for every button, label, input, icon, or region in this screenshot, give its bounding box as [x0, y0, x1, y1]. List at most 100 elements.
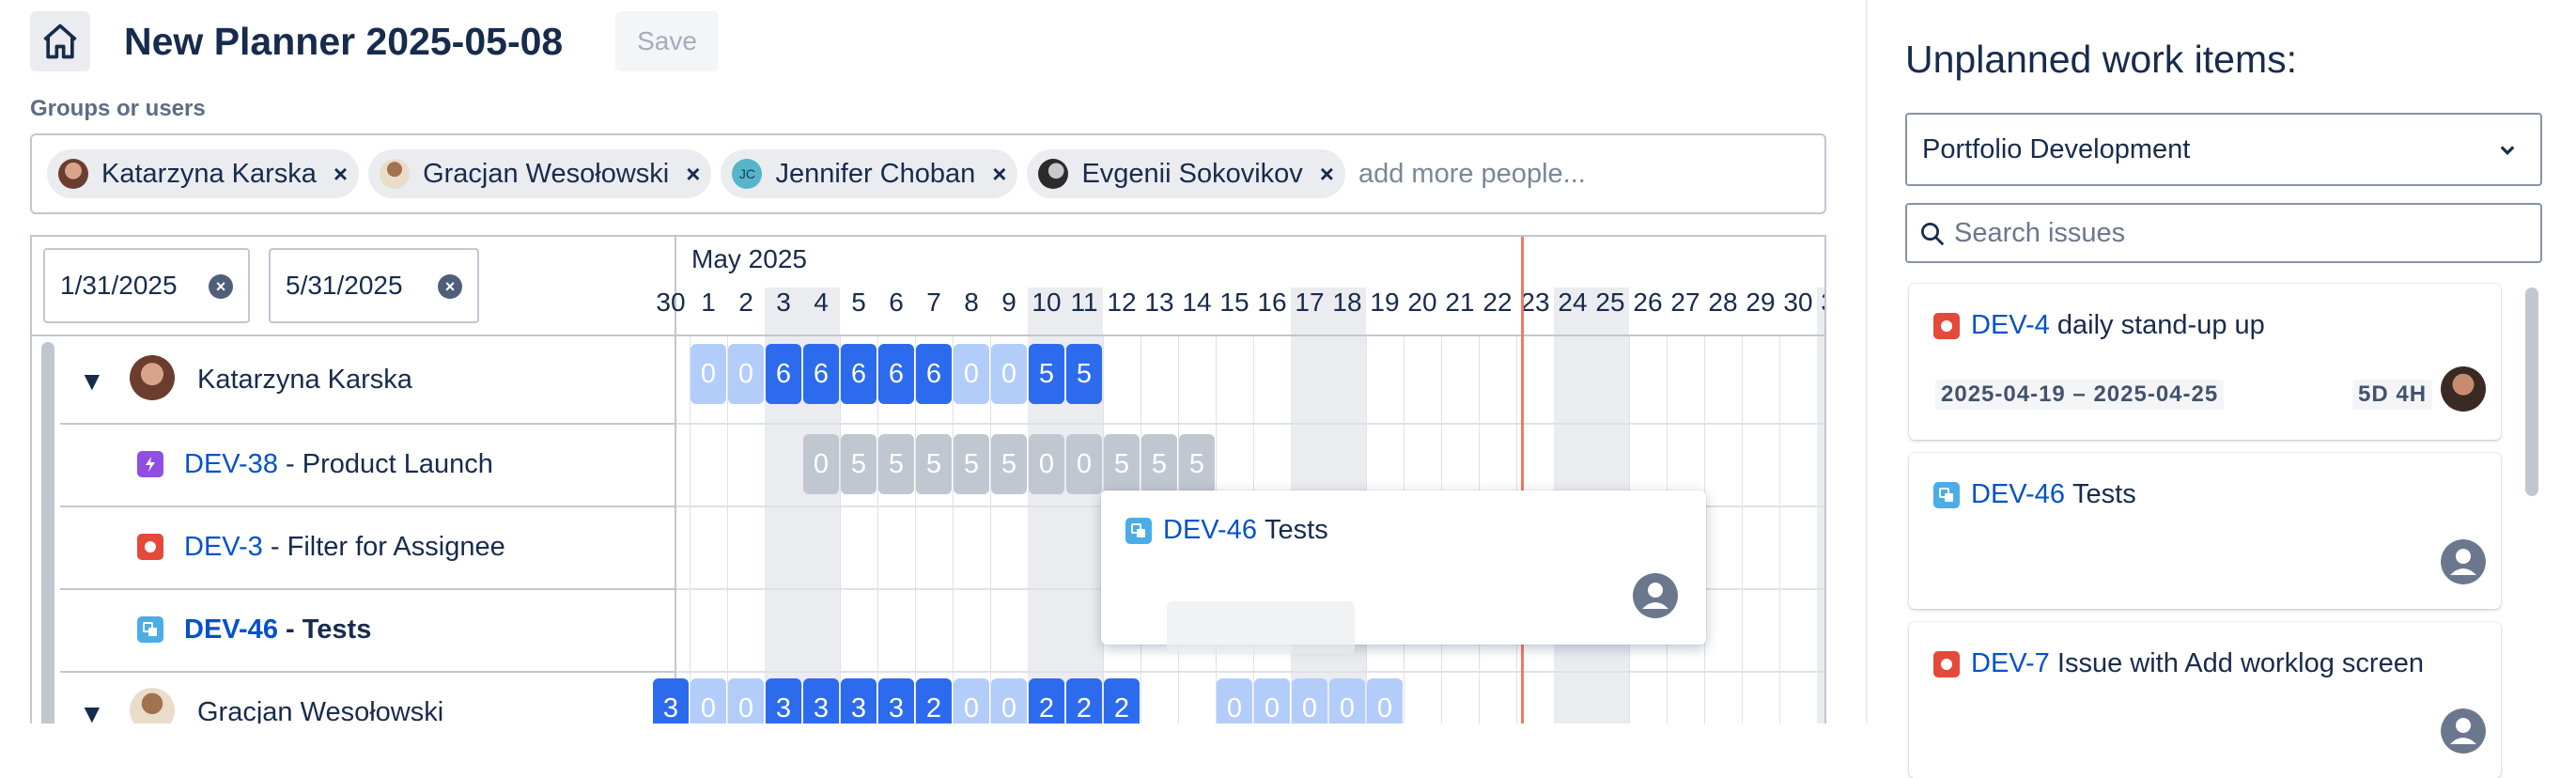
- issue-key-link[interactable]: DEV-4: [1971, 310, 2050, 341]
- issue-row-dev-3[interactable]: DEV-3 - Filter for Assignee: [184, 532, 505, 563]
- date-range-badge: 2025-04-19 – 2025-04-25: [1935, 380, 2225, 410]
- people-picker[interactable]: Katarzyna Karska × Gracjan Wesołowski × …: [30, 133, 1826, 214]
- issue-summary: daily stand-up up: [2056, 310, 2265, 340]
- hours-cell[interactable]: 0: [991, 678, 1027, 724]
- hours-cell[interactable]: 0: [728, 678, 764, 724]
- day-number: 2: [738, 288, 753, 317]
- issue-key-link[interactable]: DEV-3: [184, 532, 263, 562]
- start-date-value: 1/31/2025: [60, 271, 178, 300]
- search-input[interactable]: Search issues: [1905, 203, 2542, 263]
- hours-cell[interactable]: 0: [728, 344, 764, 404]
- hours-cell[interactable]: 5: [916, 434, 952, 494]
- issue-row-dev-38[interactable]: DEV-38 - Product Launch: [184, 449, 493, 480]
- day-number: 14: [1182, 288, 1212, 317]
- bug-icon: [1933, 650, 1960, 677]
- day-number: 27: [1670, 288, 1700, 317]
- hours-cell[interactable]: 0: [803, 434, 839, 494]
- remove-person-button[interactable]: ×: [334, 160, 348, 189]
- hours-cell[interactable]: 3: [841, 678, 877, 724]
- hours-cell[interactable]: 3: [878, 678, 914, 724]
- remove-person-button[interactable]: ×: [1320, 160, 1334, 189]
- row-divider: [676, 423, 1824, 425]
- hours-cell[interactable]: 0: [1254, 678, 1290, 724]
- hours-cell[interactable]: 2: [1066, 678, 1102, 724]
- chevron-down-icon: [2500, 146, 2515, 155]
- remove-person-button[interactable]: ×: [686, 160, 700, 189]
- scrollbar[interactable]: [2525, 288, 2538, 496]
- day-number: 28: [1708, 288, 1738, 317]
- home-button[interactable]: [30, 11, 90, 71]
- hours-cell[interactable]: 2: [916, 678, 952, 724]
- hours-cell[interactable]: 0: [1329, 678, 1365, 724]
- avatar: [380, 159, 411, 189]
- hours-cell[interactable]: 5: [1066, 344, 1102, 404]
- hours-cell[interactable]: 5: [954, 434, 989, 494]
- rows-panel: 1/31/2025 × 5/31/2025 × ▼ Katarzyna Kars…: [32, 237, 676, 724]
- issue-card[interactable]: DEV-7 Issue with Add worklog screen: [1909, 622, 2501, 778]
- hours-cell[interactable]: 5: [841, 434, 877, 494]
- hours-cell[interactable]: 5: [1104, 434, 1140, 494]
- end-date-value: 5/31/2025: [286, 271, 403, 300]
- hours-cell[interactable]: 0: [1066, 434, 1102, 494]
- hours-cell[interactable]: 5: [1029, 344, 1064, 404]
- issue-key-link[interactable]: DEV-38: [184, 449, 278, 479]
- day-number: 12: [1107, 288, 1137, 317]
- hours-cell[interactable]: 5: [991, 434, 1027, 494]
- subtask-icon: [1125, 517, 1152, 544]
- start-date-input[interactable]: 1/31/2025 ×: [43, 248, 250, 323]
- unplanned-panel: Unplanned work items: Portfolio Developm…: [1866, 0, 2576, 778]
- drag-ghost: [1167, 601, 1355, 654]
- hours-cell[interactable]: 6: [878, 344, 914, 404]
- hours-cell[interactable]: 2: [1104, 678, 1140, 724]
- issue-row-dev-46[interactable]: DEV-46 - Tests: [184, 615, 371, 646]
- project-select[interactable]: Portfolio Development: [1905, 113, 2542, 186]
- clear-end-date-icon[interactable]: ×: [438, 274, 462, 299]
- avatar: [130, 355, 175, 400]
- month-label: May 2025: [691, 244, 807, 273]
- issue-summary: Tests: [1265, 515, 1328, 545]
- hours-cell[interactable]: 6: [803, 344, 839, 404]
- scrollbar[interactable]: [41, 342, 54, 724]
- issue-summary: Product Launch: [302, 449, 493, 479]
- issue-key-link[interactable]: DEV-7: [1971, 648, 2050, 679]
- hours-cell[interactable]: 3: [766, 678, 801, 724]
- issue-card[interactable]: DEV-4 daily stand-up up 2025-04-19 – 202…: [1909, 284, 2501, 440]
- hours-cell[interactable]: 0: [691, 678, 726, 724]
- issue-card[interactable]: DEV-46 Tests: [1909, 453, 2501, 609]
- hours-cell[interactable]: 6: [766, 344, 801, 404]
- clear-start-date-icon[interactable]: ×: [209, 274, 233, 299]
- end-date-input[interactable]: 5/31/2025 ×: [269, 248, 479, 323]
- hours-cell[interactable]: 0: [1029, 434, 1064, 494]
- collapse-toggle[interactable]: ▼: [79, 366, 105, 397]
- groups-label: Groups or users: [30, 96, 206, 121]
- hours-cell[interactable]: 0: [1217, 678, 1252, 724]
- issue-key-link[interactable]: DEV-46: [184, 615, 278, 645]
- hours-cell[interactable]: 5: [1141, 434, 1177, 494]
- issue-key-link[interactable]: DEV-46: [1971, 479, 2065, 510]
- hours-cell[interactable]: 6: [916, 344, 952, 404]
- hours-cell[interactable]: 5: [1179, 434, 1215, 494]
- hours-cell[interactable]: 2: [1029, 678, 1064, 724]
- hours-cell[interactable]: 0: [691, 344, 726, 404]
- hours-cell[interactable]: 6: [841, 344, 877, 404]
- issue-drag-popup[interactable]: DEV-46 Tests: [1101, 490, 1706, 654]
- hours-cell[interactable]: 3: [653, 678, 689, 724]
- add-people-input[interactable]: add more people...: [1358, 159, 1586, 190]
- remove-person-button[interactable]: ×: [992, 160, 1006, 189]
- hours-cell[interactable]: 0: [1292, 678, 1327, 724]
- hours-cell[interactable]: 3: [803, 678, 839, 724]
- save-button[interactable]: Save: [615, 11, 719, 71]
- subtask-icon: [137, 616, 163, 643]
- issue-key-link[interactable]: DEV-46: [1163, 515, 1257, 546]
- avatar: [2441, 366, 2486, 412]
- hours-cell[interactable]: 0: [1367, 678, 1403, 724]
- day-number: 18: [1332, 288, 1362, 317]
- day-number: 25: [1595, 288, 1625, 317]
- hours-cell[interactable]: 5: [878, 434, 914, 494]
- hours-cell[interactable]: 0: [954, 344, 989, 404]
- issue-summary: Tests: [2072, 479, 2136, 509]
- hours-cell[interactable]: 0: [991, 344, 1027, 404]
- today-marker: [1521, 237, 1524, 724]
- hours-cell[interactable]: 0: [954, 678, 989, 724]
- collapse-toggle[interactable]: ▼: [79, 699, 105, 724]
